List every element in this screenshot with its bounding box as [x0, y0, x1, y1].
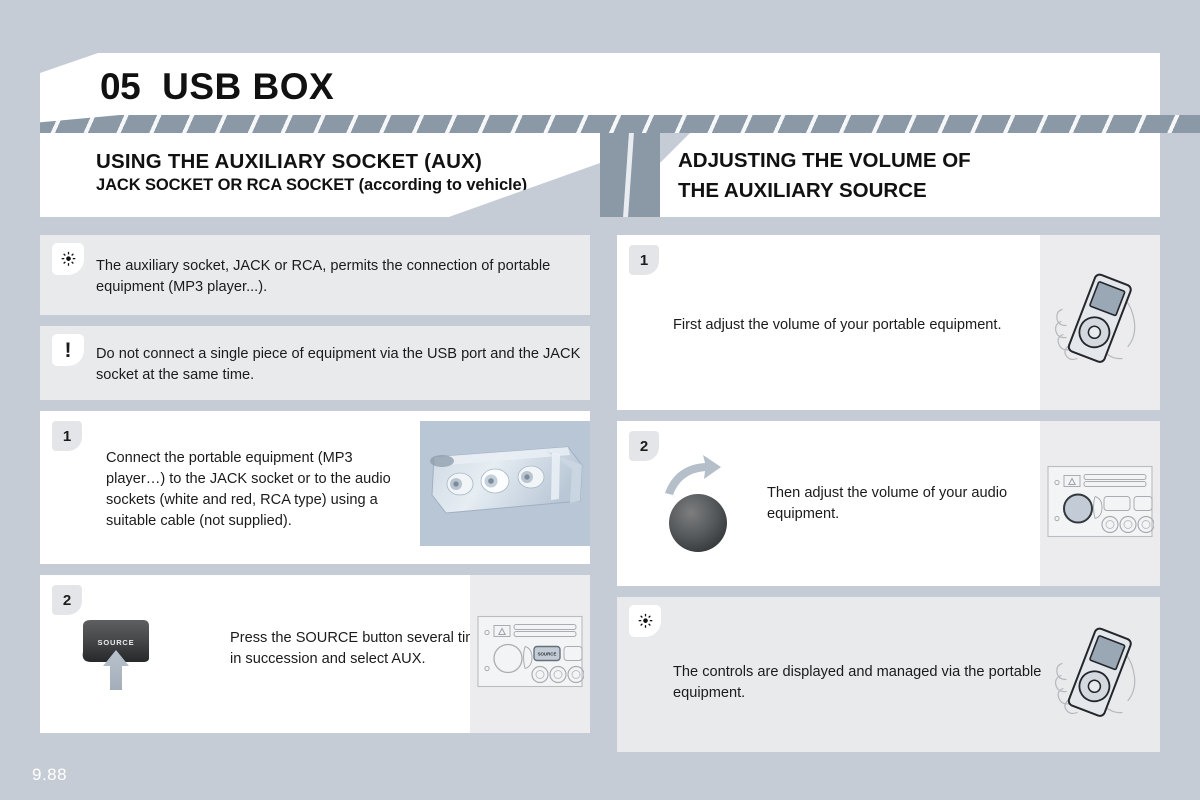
left-step1-block: 1 Connect the portable equipment (MP3 pl… [40, 411, 590, 564]
right-step1-body: 1 First adjust the volume of your portab… [617, 235, 1040, 410]
right-step2-block: 2 Then adjust the volume of your audio e… [617, 421, 1160, 586]
right-tip-body: The controls are displayed and managed v… [617, 597, 1041, 757]
right-step2-body: 2 Then adjust the volume of your audio e… [617, 421, 1040, 586]
left-warning-block: ! Do not connect a single piece of equip… [40, 326, 590, 400]
source-button-illustration: SOURCE [75, 618, 165, 693]
car-radio-volume-knob-diagram [1046, 460, 1155, 547]
section-right-title: ADJUSTING THE VOLUME OF THE AUXILIARY SO… [678, 146, 971, 206]
section-header-right: ADJUSTING THE VOLUME OF THE AUXILIARY SO… [660, 133, 1160, 217]
sun-icon [60, 251, 77, 268]
section-left-subtitle: JACK SOCKET OR RCA SOCKET (according to … [96, 176, 527, 194]
left-tip-block: The auxiliary socket, JACK or RCA, permi… [40, 235, 590, 315]
left-warning-body: ! Do not connect a single piece of equip… [40, 326, 590, 400]
chapter-title: USB BOX [162, 66, 335, 107]
section-left-title: USING THE AUXILIARY SOCKET (AUX) [96, 150, 483, 173]
step-number-badge: 2 [629, 431, 659, 461]
header-striped-band [0, 115, 1200, 133]
step-number-badge: 2 [52, 585, 82, 615]
section-right-title-line2: THE AUXILIARY SOURCE [678, 179, 927, 202]
left-tip-body: The auxiliary socket, JACK or RCA, permi… [40, 235, 590, 315]
exclamation-icon-badge: ! [52, 334, 84, 366]
source-button-label: SOURCE [98, 638, 135, 647]
band-left-cap [0, 115, 40, 133]
exclamation-icon: ! [64, 338, 72, 362]
page-title: 05 USB BOX [100, 66, 334, 108]
hand-holding-mp3-player [1048, 620, 1152, 735]
left-step2-text: Press the SOURCE button several times in… [230, 630, 493, 668]
sun-icon-badge [629, 605, 661, 637]
left-step2-body: 2 SOURCE Press the SOURCE button several… [40, 575, 493, 733]
left-column: The auxiliary socket, JACK or RCA, permi… [40, 235, 590, 744]
svg-text:SOURCE: SOURCE [538, 652, 557, 657]
step-number-badge: 1 [629, 245, 659, 275]
left-step1-figure-pane [420, 411, 590, 564]
hand-holding-mp3-player [1048, 265, 1152, 380]
right-tip-text: The controls are displayed and managed v… [673, 664, 1042, 702]
chapter-number: 05 [100, 66, 141, 107]
left-step1-text: Connect the portable equipment (MP3 play… [106, 450, 391, 530]
right-step1-block: 1 First adjust the volume of your portab… [617, 235, 1160, 410]
right-step1-figure-pane [1040, 235, 1160, 410]
left-warning-text: Do not connect a single piece of equipme… [96, 346, 581, 384]
sun-icon [637, 613, 654, 630]
manual-page: 05 USB BOX USING THE AUXILIARY SOCKET (A… [0, 0, 1200, 800]
right-step2-text: Then adjust the volume of your audio equ… [767, 485, 1008, 523]
volume-knob-illustration [659, 449, 759, 554]
right-tip-figure-pane [1040, 597, 1160, 757]
rotate-arrow-icon [665, 455, 721, 495]
page-number: 9.88 [32, 765, 68, 784]
right-tip-block: The controls are displayed and managed v… [617, 597, 1160, 757]
left-step2-figure-pane: SOURCE [470, 575, 590, 733]
sun-icon-badge [52, 243, 84, 275]
left-step1-body: 1 Connect the portable equipment (MP3 pl… [40, 411, 420, 564]
left-step2-block: 2 SOURCE Press the SOURCE button several… [40, 575, 590, 733]
car-radio-source-diagram: SOURCE [476, 611, 585, 698]
right-step2-figure-pane [1040, 421, 1160, 586]
section-header-left: USING THE AUXILIARY SOCKET (AUX) JACK SO… [40, 133, 600, 217]
right-column: 1 First adjust the volume of your portab… [617, 235, 1160, 768]
section-right-title-line1: ADJUSTING THE VOLUME OF [678, 149, 971, 172]
right-step1-text: First adjust the volume of your portable… [673, 317, 1002, 333]
left-tip-text: The auxiliary socket, JACK or RCA, permi… [96, 258, 551, 296]
aux-socket-photo [420, 421, 590, 546]
footer-divider [40, 752, 1160, 757]
band-stripes [0, 115, 1200, 133]
step-number-badge: 1 [52, 421, 82, 451]
